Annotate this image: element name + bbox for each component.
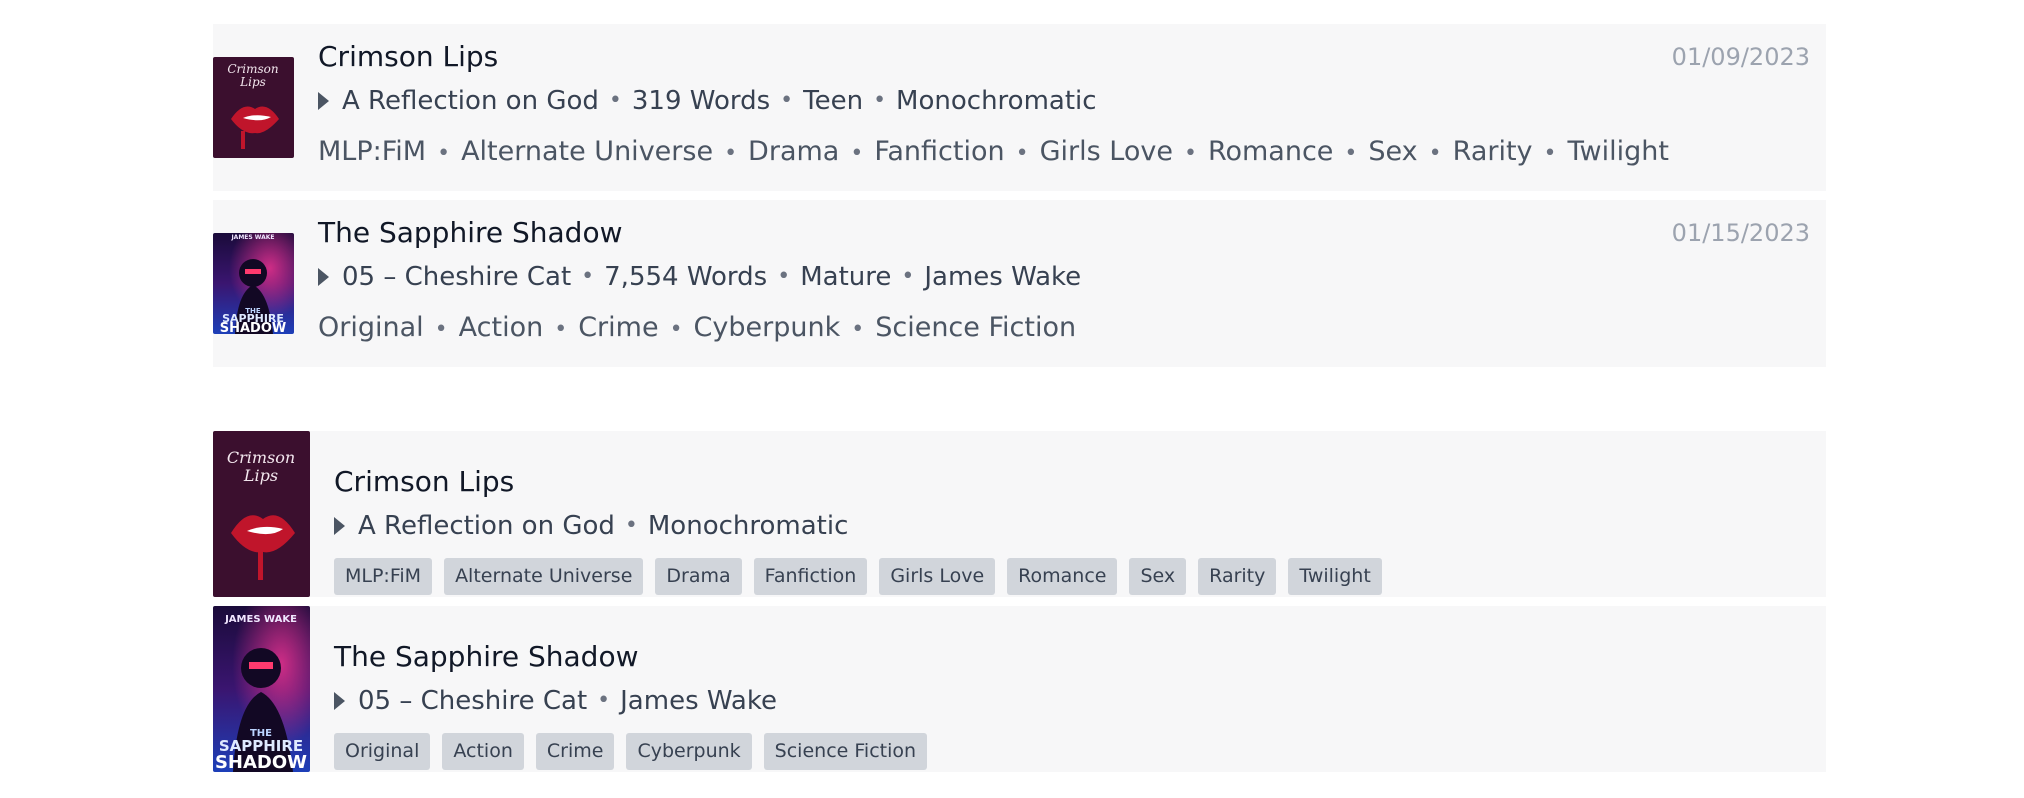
caret-right-icon[interactable] — [318, 92, 329, 110]
tag[interactable]: Original — [318, 312, 424, 343]
tag-list: Original Action Crime Cyberpunk Science … — [334, 733, 1810, 770]
tag[interactable]: Drama — [748, 136, 839, 167]
separator: • — [850, 141, 864, 166]
story-card[interactable]: JAMES WAKE THE SAPPHIRE SHADOW The Sapph… — [213, 606, 1826, 772]
tag-chip[interactable]: Cyberpunk — [626, 733, 752, 770]
svg-text:JAMES WAKE: JAMES WAKE — [224, 614, 297, 625]
separator: • — [597, 688, 611, 713]
svg-text:Lips: Lips — [243, 466, 278, 485]
chapter-name[interactable]: 05 – Cheshire Cat — [358, 684, 587, 718]
separator: • — [581, 264, 595, 289]
tag[interactable]: Action — [459, 312, 544, 343]
tag-list: MLP:FiM Alternate Universe Drama Fanfict… — [334, 558, 1810, 595]
separator: • — [1344, 141, 1358, 166]
separator: • — [624, 513, 638, 538]
tag-chip[interactable]: Twilight — [1288, 558, 1382, 595]
tag[interactable]: Rarity — [1453, 136, 1533, 167]
content-rating: Teen — [803, 86, 864, 116]
cover-image-sapphire-shadow[interactable]: JAMES WAKE THE SAPPHIRE SHADOW — [213, 233, 294, 334]
story-title[interactable]: Crimson Lips — [334, 464, 1810, 500]
svg-text:Lips: Lips — [239, 75, 266, 89]
svg-text:JAMES WAKE: JAMES WAKE — [230, 234, 274, 241]
svg-text:SHADOW: SHADOW — [220, 321, 287, 334]
caret-right-icon[interactable] — [334, 692, 345, 710]
separator: • — [434, 317, 448, 342]
word-count: 7,554 Words — [604, 262, 768, 292]
tag-chip[interactable]: Drama — [655, 558, 742, 595]
tag-chip[interactable]: Crime — [535, 733, 615, 770]
tag[interactable]: Romance — [1208, 136, 1333, 167]
story-meta: A Reflection on God • 319 Words • Teen •… — [318, 84, 1810, 118]
svg-text:SHADOW: SHADOW — [215, 752, 307, 772]
svg-text:Crimson: Crimson — [227, 448, 295, 467]
chapter-name[interactable]: A Reflection on God — [358, 509, 615, 543]
story-card[interactable]: Crimson Lips 01/09/2023 Crimson Lips A R… — [213, 24, 1826, 191]
story-title[interactable]: Crimson Lips — [318, 39, 1810, 75]
cover-image-sapphire-shadow[interactable]: JAMES WAKE THE SAPPHIRE SHADOW — [213, 606, 310, 772]
tag-line: Original • Action • Crime • Cyberpunk • Science … — [318, 310, 1810, 348]
tag-line: MLP:FiM • Alternate Universe • Drama • Fanfict… — [318, 134, 1810, 172]
tag[interactable]: Fanfiction — [874, 136, 1004, 167]
tag[interactable]: Alternate Universe — [461, 136, 713, 167]
tag-chip[interactable]: Original — [334, 733, 431, 770]
tag-chip[interactable]: Action — [442, 733, 524, 770]
story-title[interactable]: The Sapphire Shadow — [334, 639, 1810, 675]
tag[interactable]: Cyberpunk — [694, 312, 841, 343]
separator: • — [1543, 141, 1557, 166]
separator: • — [554, 317, 568, 342]
separator: • — [901, 264, 915, 289]
cover-image-crimson-lips[interactable]: Crimson Lips — [213, 431, 310, 597]
cover-image-crimson-lips[interactable]: Crimson Lips — [213, 57, 294, 158]
separator: • — [1183, 141, 1197, 166]
separator: • — [780, 88, 794, 113]
separator: • — [669, 317, 683, 342]
tag-chip[interactable]: Alternate Universe — [444, 558, 644, 595]
tag[interactable]: Crime — [578, 312, 658, 343]
tag-chip[interactable]: Fanfiction — [753, 558, 868, 595]
tag-chip[interactable]: Sex — [1129, 558, 1187, 595]
author-name[interactable]: Monochromatic — [896, 84, 1097, 118]
chapter-name[interactable]: A Reflection on God — [342, 84, 599, 118]
tag-chip[interactable]: Girls Love — [879, 558, 996, 595]
tag[interactable]: Science Fiction — [875, 312, 1076, 343]
separator: • — [873, 88, 887, 113]
story-card[interactable]: JAMES WAKE THE SAPPHIRE SHADOW 01/15/202… — [213, 200, 1826, 367]
story-meta: 05 – Cheshire Cat • James Wake — [334, 684, 1810, 718]
tag[interactable]: Sex — [1368, 136, 1417, 167]
separator: • — [437, 141, 451, 166]
tag[interactable]: Girls Love — [1040, 136, 1173, 167]
story-meta: A Reflection on God • Monochromatic — [334, 509, 1810, 543]
separator: • — [851, 317, 865, 342]
story-card[interactable]: Crimson Lips Crimson Lips A Reflection o… — [213, 431, 1826, 597]
separator: • — [1015, 141, 1029, 166]
word-count: 319 Words — [631, 86, 771, 116]
tag-chip[interactable]: Rarity — [1198, 558, 1277, 595]
content-rating: Mature — [800, 262, 892, 292]
chapter-name[interactable]: 05 – Cheshire Cat — [342, 260, 571, 294]
tag-chip[interactable]: MLP:FiM — [334, 558, 433, 595]
story-title[interactable]: The Sapphire Shadow — [318, 215, 1810, 251]
story-list-detailed: Crimson Lips 01/09/2023 Crimson Lips A R… — [213, 24, 1826, 376]
separator: • — [608, 88, 622, 113]
tag-chip[interactable]: Romance — [1007, 558, 1118, 595]
story-meta: 05 – Cheshire Cat • 7,554 Words • Mature… — [318, 260, 1810, 294]
separator: • — [777, 264, 791, 289]
svg-text:Crimson: Crimson — [227, 62, 278, 76]
tag-chip[interactable]: Science Fiction — [763, 733, 928, 770]
author-name[interactable]: Monochromatic — [648, 509, 849, 543]
author-name[interactable]: James Wake — [924, 260, 1081, 294]
separator: • — [724, 141, 738, 166]
author-name[interactable]: James Wake — [620, 684, 777, 718]
story-list-compact: Crimson Lips Crimson Lips A Reflection o… — [213, 431, 1826, 781]
separator: • — [1428, 141, 1442, 166]
caret-right-icon[interactable] — [334, 517, 345, 535]
tag[interactable]: Twilight — [1568, 136, 1669, 167]
tag[interactable]: MLP:FiM — [318, 136, 426, 167]
caret-right-icon[interactable] — [318, 268, 329, 286]
